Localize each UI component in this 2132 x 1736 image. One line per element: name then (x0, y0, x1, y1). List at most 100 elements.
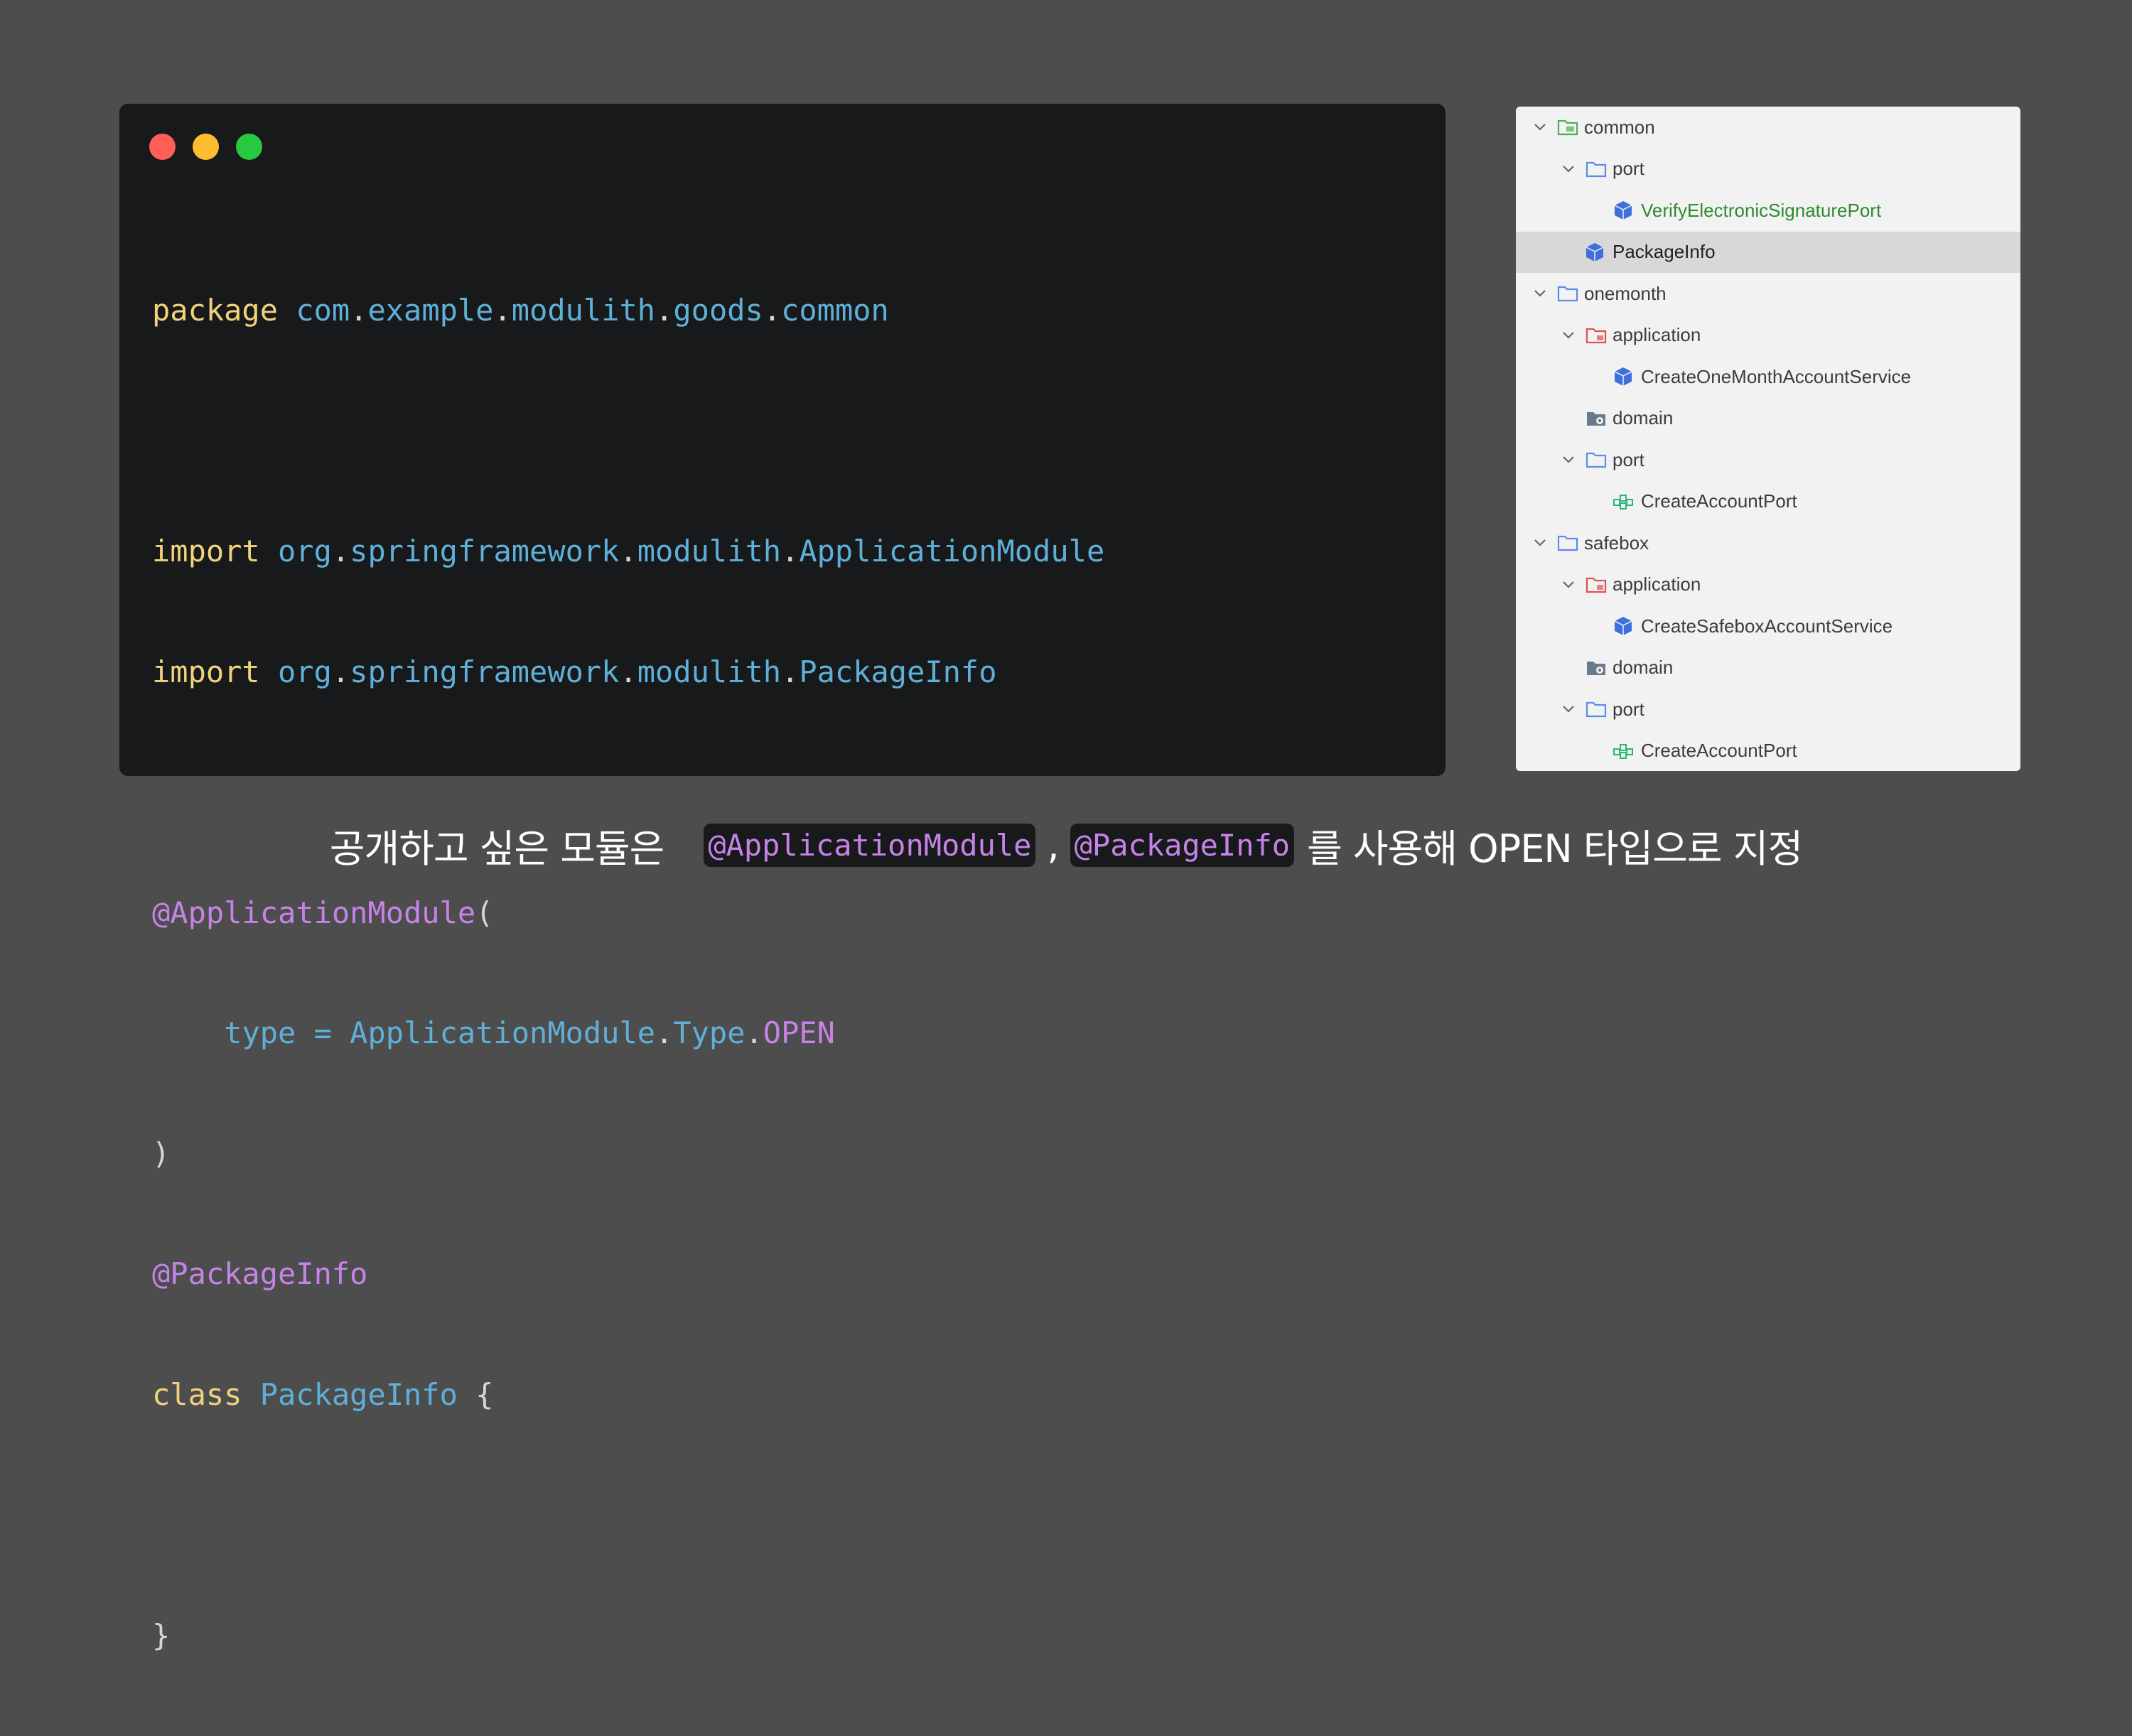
tree-item-label: VerifyElectronicSignaturePort (1641, 199, 1882, 221)
code-line-import-2: import org.springframework.modulith.Pack… (152, 652, 1417, 693)
folder-icon (1585, 699, 1608, 720)
project-tree: common port VerifyElectronicSignaturePor… (1516, 107, 2020, 771)
code-line-close-paren: ) (152, 1134, 1417, 1175)
caption-text: 를 사용해 OPEN 타입으로 지정 (1307, 826, 1803, 871)
code-window: package com.example.modulith.goods.commo… (119, 104, 1445, 1653)
chevron-down-icon[interactable] (1558, 575, 1578, 595)
folder-red-icon (1585, 574, 1608, 595)
folder-module-icon (1556, 117, 1579, 138)
code-line-package: package com.example.modulith.goods.commo… (152, 291, 1417, 331)
folder-gear-icon (1585, 657, 1608, 679)
tree-item-label: PackageInfo (1613, 241, 1716, 263)
tree-item-port[interactable]: port (1516, 439, 2020, 481)
tree-item-label: domain (1613, 657, 1674, 679)
tree-item-label: CreateAccountPort (1641, 740, 1797, 762)
chevron-down-icon[interactable] (1530, 117, 1550, 137)
code-line-close-brace: } (152, 1616, 1417, 1656)
tree-item-port[interactable]: port (1516, 689, 2020, 730)
enum-value: OPEN (763, 1015, 835, 1050)
tree-item-package-info[interactable]: PackageInfo (1516, 231, 2020, 273)
tree-item-create-account-port[interactable]: CreateAccountPort (1516, 730, 2020, 772)
tree-item-port[interactable]: port (1516, 149, 2020, 190)
folder-icon (1556, 283, 1579, 304)
dot: . (331, 534, 350, 568)
tree-item-label: common (1584, 116, 1655, 138)
package-segment: goods (673, 293, 763, 328)
tree-item-domain[interactable]: domain (1516, 398, 2020, 440)
class-icon (1612, 366, 1635, 387)
package-segment: common (781, 293, 889, 328)
chevron-down-icon[interactable] (1530, 284, 1550, 303)
tree-item-create-account-port[interactable]: CreateAccountPort (1516, 481, 2020, 523)
tree-item-application[interactable]: application (1516, 315, 2020, 357)
tree-item-application[interactable]: application (1516, 564, 2020, 606)
minimize-button[interactable] (193, 134, 219, 160)
annotation: @ApplicationModule (152, 895, 476, 930)
folder-gear-icon (1585, 408, 1608, 429)
tree-item-common[interactable]: common (1516, 107, 2020, 149)
chevron-down-icon[interactable] (1558, 699, 1578, 719)
tree-item-verify-electronic-signature-port[interactable]: VerifyElectronicSignaturePort (1516, 190, 2020, 232)
interface-icon (1612, 740, 1635, 762)
package-segment: org (278, 534, 332, 568)
keyword: import (152, 654, 260, 689)
dot: . (781, 534, 800, 568)
tree-item-label: CreateAccountPort (1641, 490, 1797, 512)
paren: ) (152, 1136, 171, 1171)
tree-item-label: port (1613, 158, 1644, 180)
dot: . (350, 293, 368, 328)
tree-item-onemonth[interactable]: onemonth (1516, 273, 2020, 315)
chevron-down-icon[interactable] (1558, 450, 1578, 470)
annotation: @PackageInfo (152, 1256, 368, 1291)
operator: = (296, 1015, 350, 1050)
tree-item-label: port (1613, 448, 1644, 470)
dot: . (781, 654, 800, 689)
caption-text: 공개하고 싶은 모듈은 (329, 826, 664, 871)
window-controls (149, 134, 262, 160)
chevron-down-icon[interactable] (1530, 533, 1550, 553)
package-segment: modulith (637, 534, 782, 568)
code-line-class: class PackageInfo { (152, 1375, 1417, 1416)
class-icon (1583, 242, 1606, 263)
code-chip: @ApplicationModule (704, 824, 1036, 867)
tree-item-label: onemonth (1584, 282, 1667, 304)
package-segment: ApplicationModule (799, 534, 1105, 568)
close-button[interactable] (149, 134, 176, 160)
keyword: import (152, 534, 260, 568)
property: type (224, 1015, 296, 1050)
keyword: class (152, 1376, 242, 1412)
tree-item-safebox[interactable]: safebox (1516, 522, 2020, 564)
package-segment: springframework (350, 534, 620, 568)
dot: . (745, 1015, 763, 1050)
chevron-down-icon[interactable] (1558, 159, 1578, 179)
tree-item-label: port (1613, 698, 1644, 720)
package-segment: modulith (511, 293, 656, 328)
folder-icon (1585, 449, 1608, 470)
tree-item-domain[interactable]: domain (1516, 647, 2020, 689)
folder-red-icon (1585, 325, 1608, 346)
class-ref: Type (673, 1015, 745, 1050)
zoom-button[interactable] (236, 134, 262, 160)
package-segment: modulith (637, 654, 782, 689)
dot: . (655, 293, 674, 328)
class-ref: ApplicationModule (350, 1015, 656, 1050)
code-line-annotation: @ApplicationModule( (152, 893, 1417, 934)
tree-item-create-safebox-account-service[interactable]: CreateSafeboxAccountService (1516, 605, 2020, 647)
tree-item-label: CreateOneMonthAccountService (1641, 365, 1912, 387)
tree-item-create-one-month-account-service[interactable]: CreateOneMonthAccountService (1516, 356, 2020, 398)
interface-icon (1612, 491, 1635, 512)
folder-icon (1556, 532, 1579, 554)
chevron-down-icon[interactable] (1558, 325, 1578, 345)
code-line-import-1: import org.springframework.modulith.Appl… (152, 532, 1417, 572)
class-name: PackageInfo (259, 1376, 458, 1412)
dot: . (763, 293, 782, 328)
paren: ( (475, 895, 494, 930)
tree-item-label: application (1613, 573, 1701, 595)
package-segment: example (367, 293, 494, 328)
caption: 공개하고 싶은 모듈은 @ApplicationModule , @Packag… (0, 817, 2132, 873)
dot: . (619, 654, 637, 689)
